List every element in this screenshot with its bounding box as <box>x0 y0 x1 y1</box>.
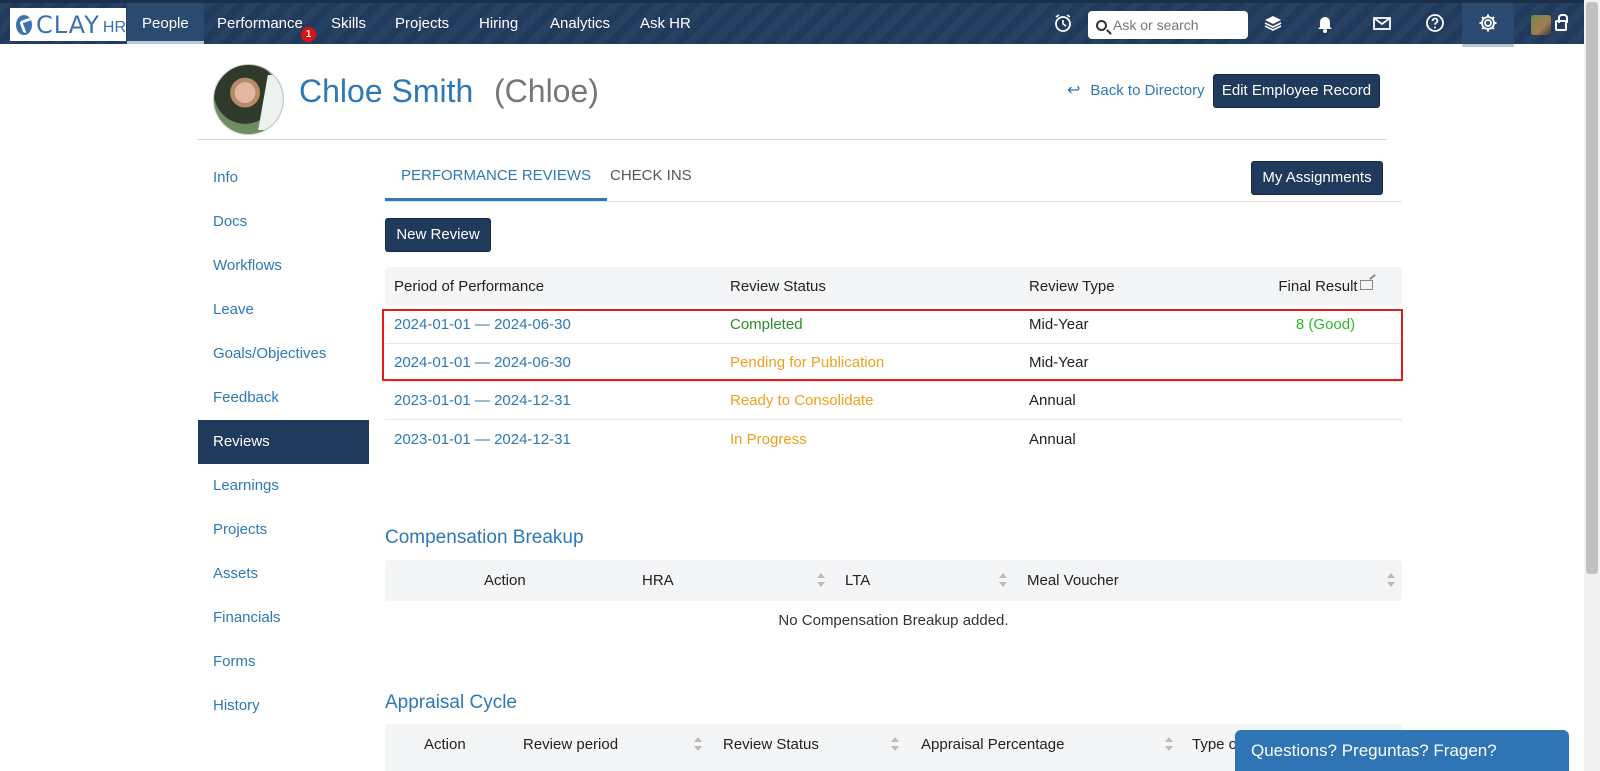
sidebar-item-feedback[interactable]: Feedback <box>198 376 369 420</box>
appraisal-section-title: Appraisal Cycle <box>385 692 517 713</box>
sort-icon[interactable] <box>817 573 825 587</box>
table-row[interactable]: 2023-01-01 — 2024-12-31 Ready to Consoli… <box>385 382 1402 420</box>
review-status: In Progress <box>730 430 807 448</box>
column-hra[interactable]: HRA <box>642 560 674 601</box>
sort-icon[interactable] <box>1165 737 1173 751</box>
reviews-table-header: Period of Performance Review Status Revi… <box>385 267 1402 306</box>
nav-item-people[interactable]: People <box>127 3 204 44</box>
column-review-status[interactable]: Review Status <box>723 724 819 765</box>
column-action[interactable]: Action <box>424 724 466 765</box>
tabs-divider <box>385 201 1402 202</box>
employee-name: Chloe Smith <box>299 73 474 109</box>
gear-icon <box>1477 13 1499 35</box>
compensation-table-header: Action HRA LTA Meal Voucher <box>385 560 1402 601</box>
sidebar-item-goals[interactable]: Goals/Objectives <box>198 332 369 376</box>
my-assignments-button[interactable]: My Assignments <box>1251 161 1383 195</box>
back-link-label: Back to Directory <box>1090 81 1205 99</box>
sidebar-item-workflows[interactable]: Workflows <box>198 244 369 288</box>
sort-icon[interactable] <box>1387 573 1395 587</box>
column-period[interactable]: Period of Performance <box>385 278 730 295</box>
nav-item-performance[interactable]: Performance <box>202 3 318 44</box>
compensation-section-title: Compensation Breakup <box>385 527 584 548</box>
employee-nickname: (Chloe) <box>494 73 599 109</box>
page-scrollbar-thumb[interactable] <box>1586 2 1598 574</box>
logo-subtext: HR <box>102 18 126 36</box>
tab-performance-reviews[interactable]: PERFORMANCE REVIEWS <box>385 157 608 201</box>
column-final-result[interactable]: Final Result <box>1249 278 1402 295</box>
tab-check-ins[interactable]: CHECK INS <box>594 157 708 201</box>
employee-photo <box>213 64 284 135</box>
search-icon <box>1096 19 1107 31</box>
column-meal-voucher[interactable]: Meal Voucher <box>1027 560 1119 601</box>
logo-mark-icon <box>16 14 32 35</box>
sidebar-item-leave[interactable]: Leave <box>198 288 369 332</box>
column-type-of[interactable]: Type of <box>1192 724 1241 765</box>
alarm-clock-icon[interactable] <box>1052 13 1074 35</box>
review-period-link[interactable]: 2023-01-01 — 2024-12-31 <box>385 431 730 448</box>
settings-tab[interactable] <box>1462 3 1514 47</box>
column-review-type[interactable]: Review Type <box>1029 278 1249 295</box>
sidebar-item-info[interactable]: Info <box>198 156 369 200</box>
edit-employee-record-button[interactable]: Edit Employee Record <box>1213 74 1380 108</box>
column-review-status[interactable]: Review Status <box>730 278 1029 295</box>
logo-text: CLAY <box>35 10 100 39</box>
nav-item-projects[interactable]: Projects <box>380 3 464 44</box>
sidebar-item-financials[interactable]: Financials <box>198 596 369 640</box>
review-status: Ready to Consolidate <box>730 392 874 409</box>
external-link-icon[interactable] <box>1359 280 1373 290</box>
sidebar-item-projects[interactable]: Projects <box>198 508 369 552</box>
review-type: Annual <box>1029 392 1076 409</box>
sort-icon[interactable] <box>694 737 702 751</box>
help-icon[interactable] <box>1424 13 1446 35</box>
column-final-result-label: Final Result <box>1278 278 1358 295</box>
bell-icon[interactable] <box>1314 13 1336 35</box>
lock-icon[interactable] <box>1555 14 1568 31</box>
header-divider <box>198 139 1386 140</box>
nav-item-hiring[interactable]: Hiring <box>464 3 533 44</box>
back-arrow-icon: ↩ <box>1067 82 1081 99</box>
help-chat-bar[interactable]: Questions? Preguntas? Fragen? <box>1235 730 1569 771</box>
search-placeholder: Ask or search <box>1113 17 1199 33</box>
mail-icon[interactable] <box>1371 13 1393 35</box>
highlight-box <box>382 309 1403 381</box>
top-navigation: CLAY HR People Performance 1 Skills Proj… <box>0 0 1584 47</box>
nav-item-ask-hr[interactable]: Ask HR <box>625 3 706 44</box>
column-lta[interactable]: LTA <box>845 560 870 601</box>
new-review-button[interactable]: New Review <box>385 218 491 252</box>
sort-icon[interactable] <box>891 737 899 751</box>
table-row[interactable]: 2023-01-01 — 2024-12-31 In Progress Annu… <box>385 420 1402 458</box>
sidebar-item-learnings[interactable]: Learnings <box>198 464 369 508</box>
nav-item-skills[interactable]: Skills <box>316 3 381 44</box>
review-period-link[interactable]: 2023-01-01 — 2024-12-31 <box>385 392 730 409</box>
sidebar-item-forms[interactable]: Forms <box>198 640 369 684</box>
back-to-directory-link[interactable]: ↩ Back to Directory <box>1067 80 1205 100</box>
performance-notification-badge: 1 <box>301 27 316 42</box>
sidebar-item-history[interactable]: History <box>198 684 369 728</box>
user-avatar[interactable] <box>1531 15 1551 35</box>
sidebar-item-assets[interactable]: Assets <box>198 552 369 596</box>
sort-icon[interactable] <box>999 573 1007 587</box>
column-action[interactable]: Action <box>484 560 526 601</box>
sidebar-item-reviews[interactable]: Reviews <box>198 420 369 464</box>
layers-icon[interactable] <box>1262 13 1284 35</box>
employee-sidebar: Info Docs Workflows Leave Goals/Objectiv… <box>198 156 369 728</box>
column-appraisal-percentage[interactable]: Appraisal Percentage <box>921 724 1064 765</box>
nav-item-analytics[interactable]: Analytics <box>535 3 625 44</box>
search-input[interactable]: Ask or search <box>1088 11 1248 39</box>
sidebar-item-docs[interactable]: Docs <box>198 200 369 244</box>
column-review-period[interactable]: Review period <box>523 724 618 765</box>
clayhr-logo[interactable]: CLAY HR <box>10 8 126 41</box>
compensation-empty-message: No Compensation Breakup added. <box>778 612 1009 629</box>
review-type: Annual <box>1029 430 1076 448</box>
